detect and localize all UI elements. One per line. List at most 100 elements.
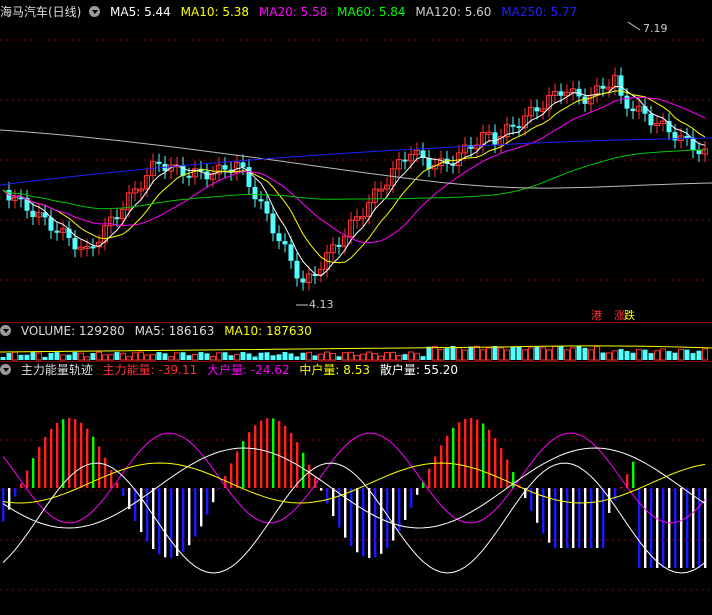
indicator-bar [602,488,605,548]
ma5-line [2,85,706,277]
indicator-bar [170,488,173,558]
indicator-bar [86,428,89,488]
indicator-bar [104,457,107,488]
candle-body [186,175,192,178]
hk-badge[interactable]: 港 [591,307,602,323]
high-price-value: 7.19 [643,22,668,35]
volume-bar [114,352,120,360]
indicator-bar [554,488,557,548]
volume-bar [228,355,234,360]
volume-bar [264,352,270,360]
ma60-label: MA60: 5.84 [337,5,406,19]
chevron-down-icon[interactable] [0,364,11,375]
volume-ma5-label: MA5: 186163 [134,324,215,338]
indicator-bar [386,488,389,549]
indicator-bar [632,461,635,488]
volume-bar [456,347,462,361]
volume-bar [492,346,498,360]
volume-bar [486,347,492,361]
volume-bar [414,353,420,361]
volume-bar [48,353,54,360]
chevron-down-icon[interactable] [89,6,101,17]
candle-body [696,150,702,155]
volume-bar [18,354,24,360]
indicator-bar [254,425,257,488]
indicator-bar [674,488,677,568]
volume-ma10-label: MA10: 187630 [224,324,312,338]
volume-bar [144,354,150,361]
candle-body [258,199,264,202]
indicator-bar [176,488,179,557]
indicator-bar [134,488,137,522]
volume-bar [384,352,390,361]
volume-bar [690,353,696,360]
indicator-bar [188,488,191,546]
indicator-bar [308,464,311,488]
ma60-line [2,149,706,210]
volume-bar [180,352,186,360]
volume-ma-line [0,345,712,353]
volume-bar [168,356,174,361]
volume-label: VOLUME: 129280 [20,324,125,338]
volume-bar [666,351,672,360]
stock-chart[interactable] [0,0,712,615]
volume-bar [312,355,318,360]
indicator-bar [668,488,671,568]
indicator-bar [32,458,35,488]
volume-bar [0,357,6,360]
volume-bar [366,351,372,361]
volume-bar [282,352,288,360]
indicator-bar [206,488,209,515]
candle-body [30,210,36,218]
indicator-bar [494,438,497,488]
volume-bar [186,355,192,360]
indicator-bar [416,488,419,495]
indicator-bar [164,488,167,558]
indicator-bar [446,435,449,488]
volume-bar [162,353,168,360]
mid-holder-label: 中户量: 8.53 [299,363,370,377]
volume-bar [294,356,300,360]
candle-body [582,96,588,104]
indicator-bar [20,483,23,488]
volume-bar [672,352,678,360]
volume-bar [696,350,702,360]
price-header: 海马汽车(日线) MA5: 5.44 MA10: 5.38 MA20: 5.58… [0,4,583,20]
volume-bar [318,353,324,361]
indicator-bar [482,423,485,488]
indicator-bar [38,446,41,488]
indicator-bar [506,459,509,488]
candle-body [90,246,96,249]
volume-bar [654,350,660,361]
indicator-bar [158,488,161,555]
volume-bar [378,355,384,361]
indicator-bar [140,488,143,533]
volume-bar [300,352,306,360]
volume-bar [600,352,606,360]
candle-body [114,217,120,220]
volume-bar [522,349,528,361]
candle-body [270,213,276,234]
chevron-down-icon[interactable] [0,325,11,336]
volume-bar [66,354,72,360]
volume-bar [174,352,180,361]
fall-badge[interactable]: 跌 [624,307,635,323]
indicator-bar [92,436,95,488]
volume-bar [396,355,402,361]
candle-body [300,278,306,283]
indicator-bar [44,437,47,488]
volume-bar [330,353,336,361]
volume-bar [96,351,102,361]
volume-bar [216,352,222,361]
volume-bar [192,353,198,361]
indicator-bar [410,488,413,508]
candle-body [54,230,60,233]
volume-bar [276,354,282,360]
large-holder-line [2,432,706,524]
indicator-bar [326,488,329,504]
volume-bar [564,349,570,361]
indicator-bar [320,488,323,491]
volume-bar [642,349,648,360]
indicator-bar [578,488,581,548]
candle-body [252,186,258,200]
